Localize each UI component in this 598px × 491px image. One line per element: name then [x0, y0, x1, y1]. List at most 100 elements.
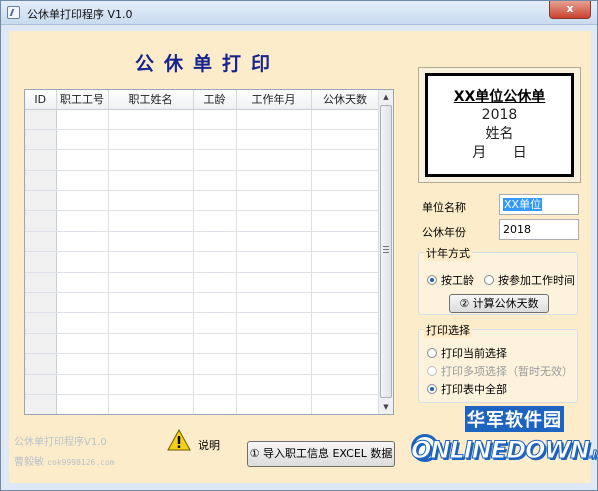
- table-cell[interactable]: [56, 149, 109, 171]
- table-cell[interactable]: [108, 210, 194, 232]
- close-button[interactable]: x: [549, 1, 591, 19]
- table-cell[interactable]: [193, 374, 237, 395]
- help-link[interactable]: 说明: [198, 437, 220, 453]
- table-cell[interactable]: [311, 129, 380, 151]
- row-header-cell[interactable]: [25, 231, 57, 253]
- table-row[interactable]: [25, 312, 380, 334]
- column-header-leave-days[interactable]: 公休天数: [311, 90, 380, 110]
- table-cell[interactable]: [108, 129, 194, 151]
- table-cell[interactable]: [56, 210, 109, 232]
- table-cell[interactable]: [311, 312, 380, 334]
- table-cell[interactable]: [311, 109, 380, 130]
- row-header-cell[interactable]: [25, 129, 57, 151]
- table-cell[interactable]: [56, 333, 109, 355]
- table-cell[interactable]: [108, 170, 194, 192]
- table-row[interactable]: [25, 292, 380, 314]
- table-cell[interactable]: [193, 190, 237, 212]
- row-header-cell[interactable]: [25, 149, 57, 171]
- table-cell[interactable]: [193, 170, 237, 192]
- table-cell[interactable]: [311, 251, 380, 273]
- table-cell[interactable]: [311, 272, 380, 294]
- table-cell[interactable]: [193, 333, 237, 355]
- table-cell[interactable]: [193, 210, 237, 232]
- row-header-cell[interactable]: [25, 170, 57, 192]
- table-cell[interactable]: [311, 231, 380, 253]
- table-cell[interactable]: [236, 353, 312, 375]
- column-header-seniority[interactable]: 工龄: [193, 90, 237, 110]
- table-row[interactable]: [25, 353, 380, 375]
- table-cell[interactable]: [193, 149, 237, 171]
- column-header-work-start[interactable]: 工作年月: [236, 90, 312, 110]
- table-cell[interactable]: [56, 251, 109, 273]
- table-cell[interactable]: [108, 292, 194, 314]
- employee-grid[interactable]: ID 职工工号 职工姓名 工龄 工作年月 公休天数 ▲ ▼: [24, 89, 394, 415]
- table-cell[interactable]: [311, 190, 380, 212]
- unit-name-input[interactable]: XX单位: [499, 194, 579, 215]
- table-cell[interactable]: [193, 231, 237, 253]
- table-cell[interactable]: [108, 251, 194, 273]
- scroll-up-arrow-icon[interactable]: ▲: [379, 90, 393, 104]
- table-cell[interactable]: [236, 394, 312, 414]
- table-cell[interactable]: [193, 292, 237, 314]
- table-cell[interactable]: [108, 353, 194, 375]
- table-cell[interactable]: [236, 129, 312, 151]
- table-cell[interactable]: [56, 353, 109, 375]
- table-cell[interactable]: [56, 129, 109, 151]
- radio-print-current[interactable]: 打印当前选择: [427, 345, 507, 361]
- table-cell[interactable]: [311, 149, 380, 171]
- row-header-cell[interactable]: [25, 353, 57, 375]
- table-cell[interactable]: [311, 210, 380, 232]
- table-cell[interactable]: [236, 292, 312, 314]
- radio-print-all[interactable]: 打印表中全部: [427, 381, 507, 397]
- table-cell[interactable]: [311, 374, 380, 395]
- table-cell[interactable]: [311, 292, 380, 314]
- table-cell[interactable]: [56, 109, 109, 130]
- table-cell[interactable]: [108, 374, 194, 395]
- calculate-days-button[interactable]: ② 计算公休天数: [449, 294, 549, 313]
- table-cell[interactable]: [56, 272, 109, 294]
- table-cell[interactable]: [56, 170, 109, 192]
- table-cell[interactable]: [236, 149, 312, 171]
- table-cell[interactable]: [193, 129, 237, 151]
- row-header-cell[interactable]: [25, 394, 57, 414]
- table-cell[interactable]: [108, 333, 194, 355]
- table-cell[interactable]: [193, 272, 237, 294]
- row-header-cell[interactable]: [25, 312, 57, 334]
- row-header-cell[interactable]: [25, 272, 57, 294]
- table-cell[interactable]: [56, 312, 109, 334]
- table-cell[interactable]: [193, 353, 237, 375]
- row-header-cell[interactable]: [25, 292, 57, 314]
- table-cell[interactable]: [56, 190, 109, 212]
- table-row[interactable]: [25, 109, 380, 130]
- warning-icon[interactable]: [167, 429, 191, 451]
- table-row[interactable]: [25, 333, 380, 355]
- table-cell[interactable]: [108, 312, 194, 334]
- table-cell[interactable]: [108, 190, 194, 212]
- row-header-cell[interactable]: [25, 251, 57, 273]
- table-cell[interactable]: [311, 170, 380, 192]
- table-cell[interactable]: [236, 312, 312, 334]
- row-header-cell[interactable]: [25, 109, 57, 130]
- table-row[interactable]: [25, 210, 380, 232]
- table-cell[interactable]: [236, 272, 312, 294]
- table-row[interactable]: [25, 272, 380, 294]
- table-row[interactable]: [25, 170, 380, 192]
- table-row[interactable]: [25, 149, 380, 171]
- table-cell[interactable]: [108, 394, 194, 414]
- table-row[interactable]: [25, 129, 380, 151]
- column-header-id[interactable]: ID: [25, 90, 57, 110]
- import-excel-button[interactable]: ① 导入职工信息 EXCEL 数据: [247, 441, 395, 467]
- radio-by-work-start[interactable]: 按参加工作时间: [484, 272, 575, 288]
- table-cell[interactable]: [108, 272, 194, 294]
- table-cell[interactable]: [56, 231, 109, 253]
- table-cell[interactable]: [56, 394, 109, 414]
- scroll-thumb[interactable]: [380, 105, 392, 398]
- table-row[interactable]: [25, 251, 380, 273]
- table-cell[interactable]: [236, 190, 312, 212]
- radio-by-seniority[interactable]: 按工龄: [427, 272, 474, 288]
- table-cell[interactable]: [108, 149, 194, 171]
- table-row[interactable]: [25, 394, 380, 414]
- table-row[interactable]: [25, 374, 380, 395]
- table-cell[interactable]: [236, 109, 312, 130]
- table-cell[interactable]: [108, 109, 194, 130]
